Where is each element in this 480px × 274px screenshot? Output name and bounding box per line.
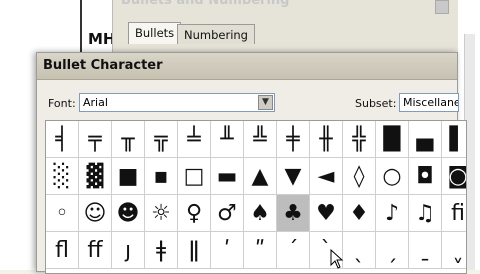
glyph-cell[interactable]: ◄: [310, 158, 343, 195]
bullet-character-dialog: Bullet Character Font: Arial ▼ Subset: M…: [36, 52, 467, 274]
glyph-cell[interactable]: ╫: [310, 121, 343, 158]
glyph-cell[interactable]: ╩: [244, 121, 277, 158]
glyph-cell[interactable]: ╬: [343, 121, 376, 158]
glyph-cell[interactable]: ☼: [145, 195, 178, 232]
glyph-cell[interactable]: ♠: [244, 195, 277, 232]
glyph-cell[interactable]: ▪: [145, 158, 178, 195]
glyph-cell[interactable]: ▄: [409, 121, 442, 158]
character-grid: ╡ ╤ ╥ ╦ ╧ ╨ ╩ ╪ ╫ ╬ █ ▄ ▌ ░ ▓ ■ ▪ □ ▬ ▲ ▼ ◄ ◊ ○ ◘ ◙ ◦ ☺ ☻ ☼ ♀ ♂ ♠ ♣ ♥ ♦ ♪ ♫ ﬁ ﬂ…: [45, 120, 467, 274]
close-icon[interactable]: [435, 0, 449, 14]
glyph-cell[interactable]: ◙: [442, 158, 466, 195]
glyph-cell[interactable]: ○: [376, 158, 409, 195]
glyph-cell[interactable]: ﬀ: [79, 232, 112, 269]
glyph-cell[interactable]: ◘: [409, 158, 442, 195]
glyph-cell[interactable]: ﬁ: [442, 195, 466, 232]
font-select[interactable]: Arial ▼: [79, 93, 275, 112]
glyph-cell[interactable]: ǁ: [178, 232, 211, 269]
glyph-cell[interactable]: ╦: [145, 121, 178, 158]
font-label: Font:: [48, 97, 76, 110]
glyph-cell[interactable]: ╥: [112, 121, 145, 158]
glyph-cell[interactable]: ☻: [112, 195, 145, 232]
dialog-title: Bullet Character: [43, 58, 163, 73]
glyph-cell[interactable]: ♪: [376, 195, 409, 232]
glyph-cell[interactable]: ʹ: [211, 232, 244, 269]
glyph-cell[interactable]: ◊: [343, 158, 376, 195]
subset-select[interactable]: Miscellane: [399, 93, 459, 112]
glyph-cell[interactable]: ȷ: [112, 232, 145, 269]
glyph-cell[interactable]: □: [178, 158, 211, 195]
glyph-cell[interactable]: ♦: [343, 195, 376, 232]
glyph-cell[interactable]: ♀: [178, 195, 211, 232]
subset-select-value: Miscellane: [403, 96, 459, 109]
glyph-cell[interactable]: ▲: [244, 158, 277, 195]
tab-bullets[interactable]: Bullets: [128, 22, 182, 44]
glyph-cell[interactable]: ▓: [79, 158, 112, 195]
glyph-cell[interactable]: ♥: [310, 195, 343, 232]
glyph-cell[interactable]: ♣: [277, 195, 310, 232]
glyph-cell[interactable]: ♂: [211, 195, 244, 232]
bullets-dialog-title: Bullets and Numbering: [121, 0, 290, 8]
chevron-down-icon[interactable]: ▼: [258, 95, 273, 110]
glyph-cell[interactable]: ˎ: [343, 232, 376, 269]
glyph-cell[interactable]: ╧: [178, 121, 211, 158]
ruler-line: [80, 0, 82, 56]
glyph-cell[interactable]: ˊ: [277, 232, 310, 269]
font-select-value: Arial: [83, 96, 108, 109]
glyph-cell[interactable]: ▼: [277, 158, 310, 195]
glyph-cell[interactable]: ˏ: [376, 232, 409, 269]
glyph-cell[interactable]: ◦: [46, 195, 79, 232]
glyph-cell[interactable]: ﬂ: [46, 232, 79, 269]
glyph-cell[interactable]: ˍ: [409, 232, 442, 269]
bullets-and-numbering-dialog: Bullets and Numbering Bullets Numbering: [112, 0, 459, 56]
glyph-cell[interactable]: ▬: [211, 158, 244, 195]
tab-numbering[interactable]: Numbering: [177, 24, 255, 44]
mouse-cursor-icon: [330, 249, 344, 269]
subset-label: Subset:: [355, 97, 397, 110]
glyph-cell[interactable]: ╪: [277, 121, 310, 158]
glyph-cell[interactable]: ǂ: [145, 232, 178, 269]
glyph-cell[interactable]: ╤: [79, 121, 112, 158]
glyph-cell[interactable]: ♫: [409, 195, 442, 232]
dialog-title-bar[interactable]: Bullet Character: [37, 53, 457, 80]
glyph-cell[interactable]: ░: [46, 158, 79, 195]
glyph-cell[interactable]: ʺ: [244, 232, 277, 269]
glyph-cell[interactable]: █: [376, 121, 409, 158]
glyph-cell[interactable]: ■: [112, 158, 145, 195]
glyph-cell[interactable]: ╨: [211, 121, 244, 158]
glyph-cell[interactable]: ☺: [79, 195, 112, 232]
glyph-cell[interactable]: ▌: [442, 121, 466, 158]
glyph-cell[interactable]: ˬ: [442, 232, 466, 269]
glyph-cell[interactable]: ╡: [46, 121, 79, 158]
